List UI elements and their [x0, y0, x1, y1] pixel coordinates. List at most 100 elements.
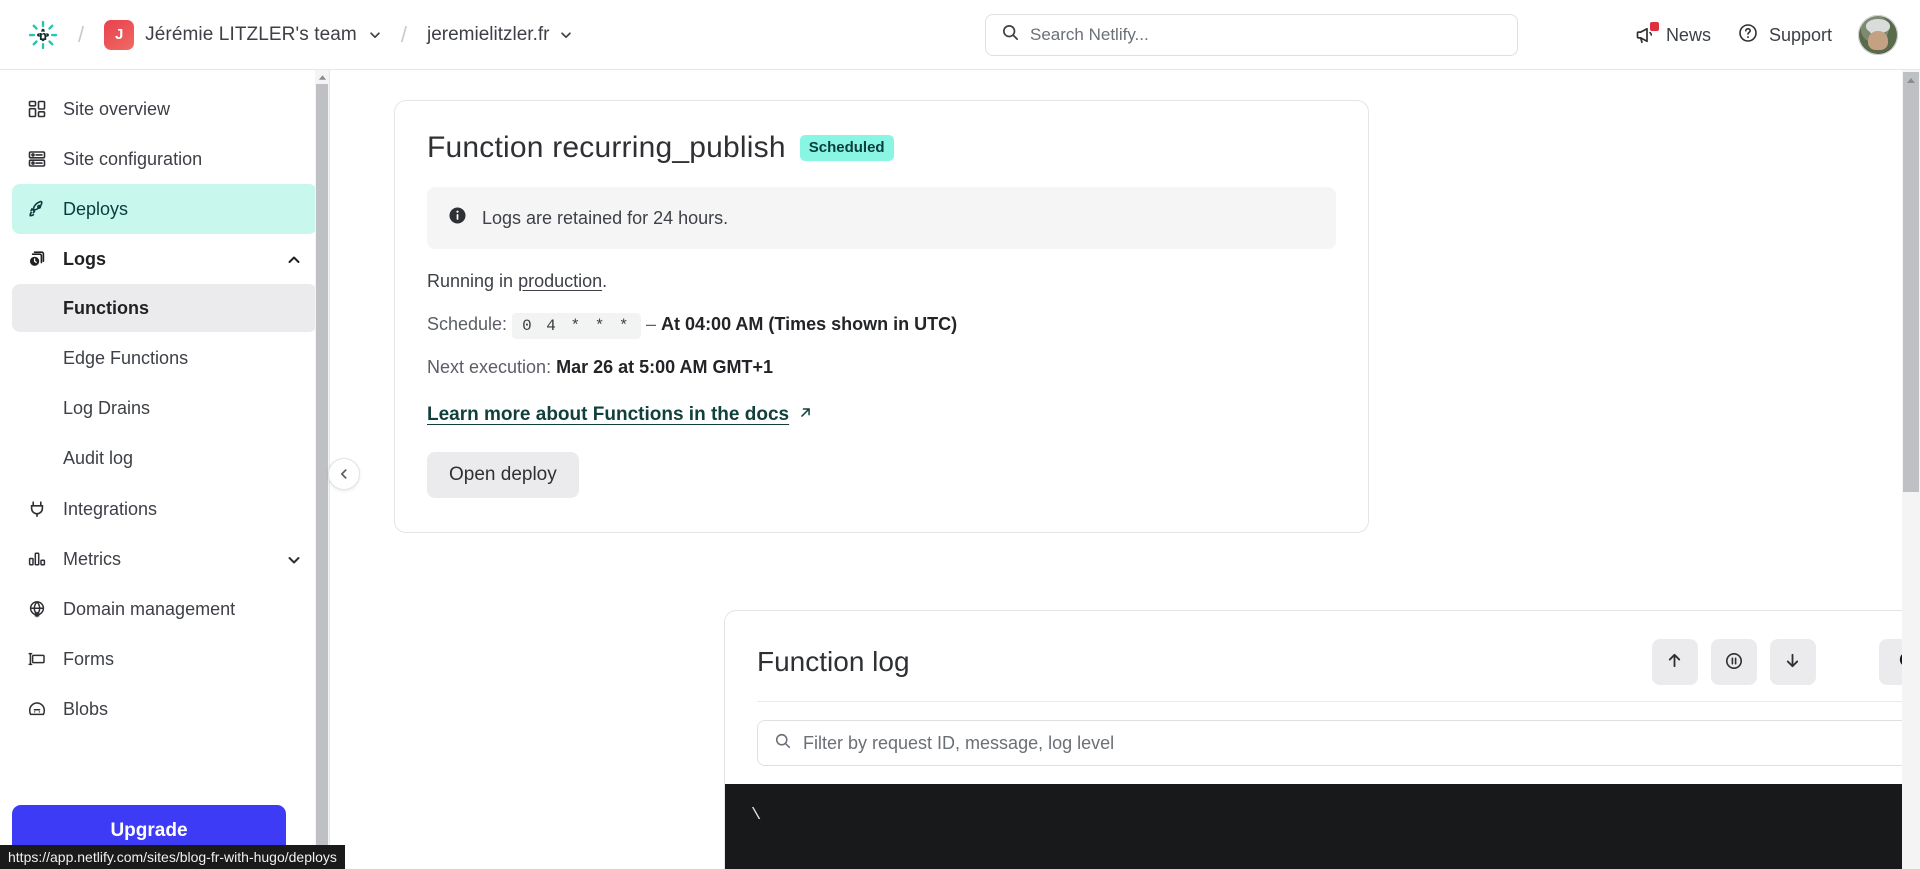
function-log-header: Function log — [725, 611, 1902, 685]
log-filter-input[interactable]: Filter by request ID, message, log level — [757, 720, 1902, 766]
sidebar-item-integrations[interactable]: Integrations — [12, 484, 317, 534]
sidebar-item-label: Deploys — [63, 198, 129, 219]
sidebar-item-site-configuration[interactable]: Site configuration — [12, 134, 317, 184]
schedule-label: Schedule: — [427, 314, 508, 334]
sidebar-subitem-label: Functions — [63, 297, 149, 318]
schedule-line: Schedule: 0 4 * * * – At 04:00 AM (Times… — [427, 313, 1336, 339]
function-log-toolbar: Real-time — [1651, 639, 1902, 685]
sidebar-item-log-drains[interactable]: Log Drains — [12, 384, 317, 432]
support-label: Support — [1768, 24, 1832, 45]
sidebar-scrollbar-track[interactable] — [315, 70, 329, 869]
bar-chart-icon — [26, 548, 48, 570]
site-selector[interactable]: jeremielitzler.fr — [421, 20, 578, 50]
sidebar-item-label: Logs — [63, 248, 106, 269]
function-log-title: Function log — [757, 646, 910, 677]
sidebar-item-deploys[interactable]: Deploys — [12, 184, 317, 234]
cron-expression: 0 4 * * * — [512, 313, 641, 339]
search-icon — [1001, 23, 1020, 47]
news-notification-dot — [1649, 22, 1659, 31]
support-button[interactable]: Support — [1737, 22, 1832, 49]
sidebar-item-audit-log[interactable]: Audit log — [12, 434, 317, 482]
page-title: Function recurring_publish — [427, 131, 786, 164]
next-execution-value: Mar 26 at 5:00 AM GMT+1 — [556, 357, 773, 377]
grid-icon — [26, 98, 48, 120]
log-clock-icon — [26, 248, 48, 270]
breadcrumb-separator-1: / — [78, 21, 85, 47]
global-search[interactable]: Search Netlify... — [985, 14, 1518, 56]
server-config-icon — [26, 148, 48, 170]
open-deploy-button[interactable]: Open deploy — [427, 452, 579, 498]
scroll-to-top-button[interactable] — [1651, 639, 1698, 685]
search-input[interactable]: Search Netlify... — [985, 14, 1518, 56]
schedule-dash: – — [646, 314, 657, 334]
sidebar-nav: Site overview Site configuration Deploys… — [0, 70, 329, 734]
pause-circle-icon — [1724, 651, 1744, 674]
function-log-card: Function log Filter by request ID, messa… — [724, 610, 1902, 869]
sidebar-scrollbar-thumb[interactable] — [316, 84, 328, 854]
docs-link-label: Learn more about Functions in the docs — [427, 404, 790, 425]
log-retention-banner: Logs are retained for 24 hours. — [427, 187, 1336, 249]
page-scrollbar-thumb[interactable] — [1903, 72, 1919, 492]
sidebar-collapse-button[interactable] — [328, 458, 360, 490]
sidebar-subitem-label: Audit log — [63, 447, 134, 468]
next-execution-label: Next execution: — [427, 357, 552, 377]
running-prefix: Running in — [427, 271, 519, 291]
sidebar-item-blobs[interactable]: Blobs — [12, 684, 317, 734]
globe-icon — [26, 598, 48, 620]
plug-icon — [26, 498, 48, 520]
sidebar-item-label: Blobs — [63, 698, 109, 719]
search-placeholder: Search Netlify... — [1030, 25, 1149, 44]
sidebar-item-label: Integrations — [63, 498, 158, 519]
news-label: News — [1665, 24, 1711, 45]
team-avatar: J — [104, 19, 135, 50]
log-terminal[interactable]: \ — [725, 784, 1902, 869]
realtime-selector[interactable]: Real-time — [1878, 639, 1902, 685]
sidebar-item-label: Site configuration — [63, 148, 203, 169]
team-selector[interactable]: J Jérémie LITZLER's team — [98, 16, 387, 54]
sidebar-item-label: Site overview — [63, 98, 171, 119]
sidebar-item-metrics[interactable]: Metrics — [12, 534, 317, 584]
sidebar-subitem-label: Log Drains — [63, 397, 151, 418]
news-button[interactable]: News — [1634, 22, 1711, 46]
arrow-up-icon — [1665, 651, 1684, 673]
breadcrumb-separator-2: / — [400, 21, 407, 47]
status-bar-url: https://app.netlify.com/sites/blog-fr-wi… — [8, 849, 337, 865]
browser-status-bar: https://app.netlify.com/sites/blog-fr-wi… — [0, 845, 345, 869]
sidebar-item-site-overview[interactable]: Site overview — [12, 84, 317, 134]
sidebar-subitem-label: Edge Functions — [63, 347, 189, 368]
sidebar-item-label: Forms — [63, 648, 114, 669]
sidebar: Site overview Site configuration Deploys… — [0, 70, 330, 869]
info-icon — [447, 205, 468, 231]
pause-logs-button[interactable] — [1710, 639, 1757, 685]
sidebar-item-edge-functions[interactable]: Edge Functions — [12, 334, 317, 382]
log-spinner-line: \ — [751, 806, 762, 825]
sidebar-item-domain-management[interactable]: Domain management — [12, 584, 317, 634]
log-filter-section: Filter by request ID, message, log level — [725, 702, 1902, 766]
external-link-icon — [798, 404, 813, 426]
team-name-label: Jérémie LITZLER's team — [145, 23, 357, 45]
avatar[interactable] — [1858, 15, 1898, 55]
svg-text:n: n — [39, 28, 47, 43]
schedule-human-readable: At 04:00 AM (Times shown in UTC) — [661, 314, 958, 334]
sidebar-scroll-up-arrow[interactable] — [316, 70, 328, 84]
megaphone-icon — [1634, 22, 1659, 46]
sidebar-item-forms[interactable]: Forms — [12, 634, 317, 684]
main-content: Function recurring_publish Scheduled Log… — [331, 70, 1902, 869]
sidebar-item-logs[interactable]: Logs — [12, 234, 317, 284]
top-navigation-bar: n / J Jérémie LITZLER's team / jeremieli… — [0, 0, 1920, 70]
function-detail-card: Function recurring_publish Scheduled Log… — [394, 100, 1369, 533]
netlify-logo-icon[interactable]: n — [22, 14, 64, 56]
page-scroll-up-arrow[interactable] — [1903, 72, 1919, 88]
sidebar-item-functions[interactable]: Functions — [12, 284, 317, 332]
running-suffix: . — [602, 271, 608, 291]
scroll-to-bottom-button[interactable] — [1769, 639, 1816, 685]
docs-link[interactable]: Learn more about Functions in the docs — [427, 404, 813, 426]
production-link[interactable]: production — [518, 271, 602, 291]
rocket-icon — [26, 198, 48, 220]
chevron-down-icon — [286, 552, 301, 567]
search-icon — [774, 732, 792, 755]
question-circle-icon — [1737, 22, 1759, 49]
chevron-down-icon — [559, 28, 572, 41]
form-icon — [26, 648, 48, 670]
sidebar-item-label: Domain management — [63, 598, 236, 619]
